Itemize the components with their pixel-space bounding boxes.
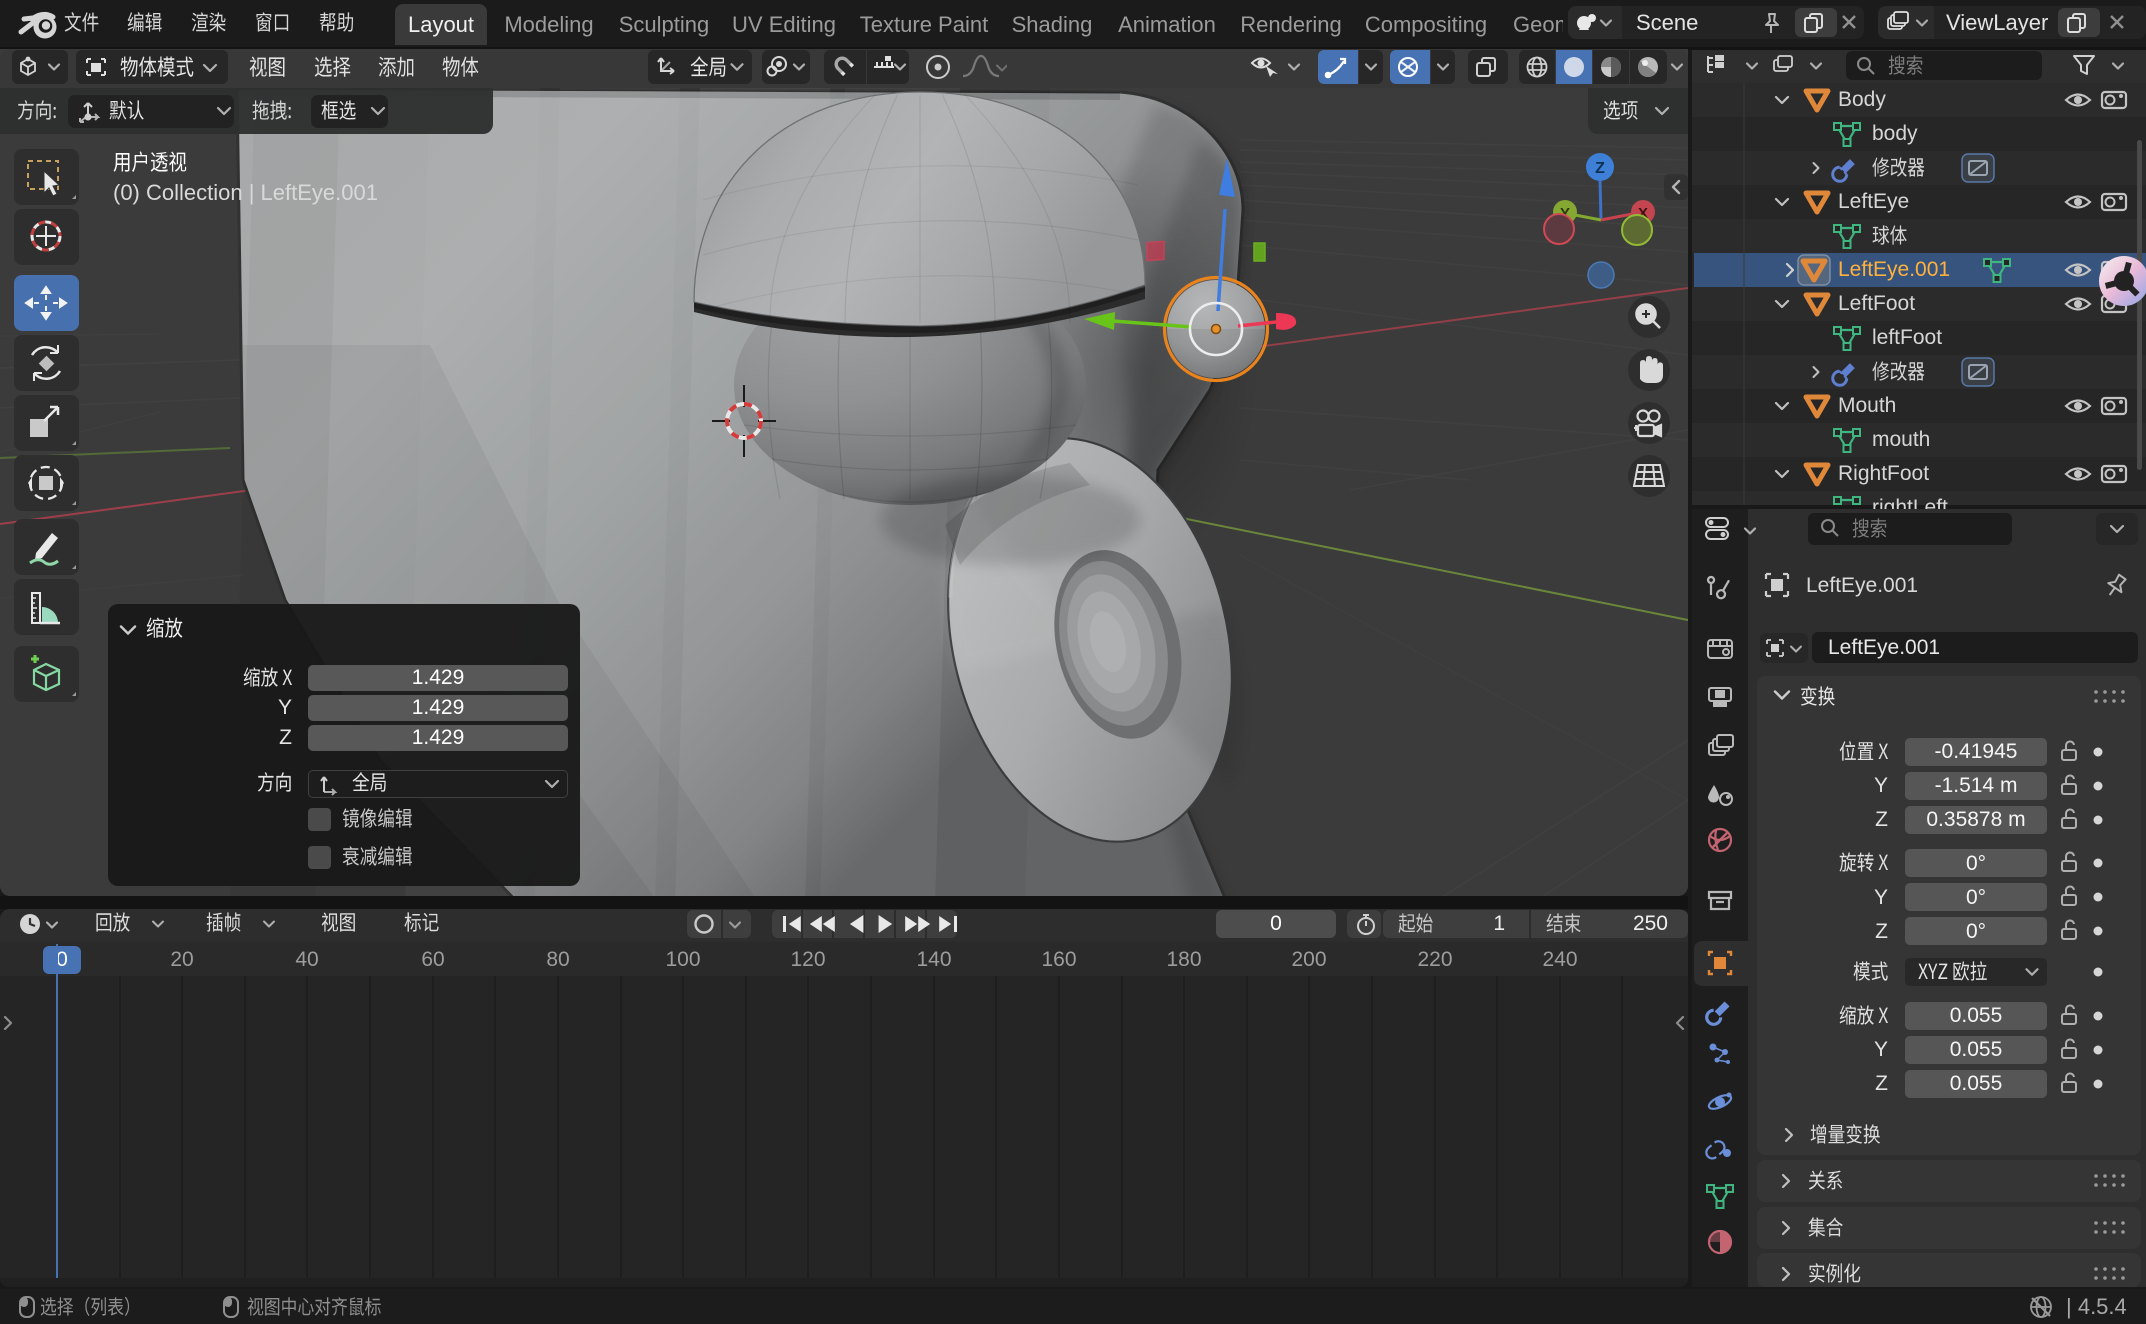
svg-text:Z: Z [1595,160,1605,177]
